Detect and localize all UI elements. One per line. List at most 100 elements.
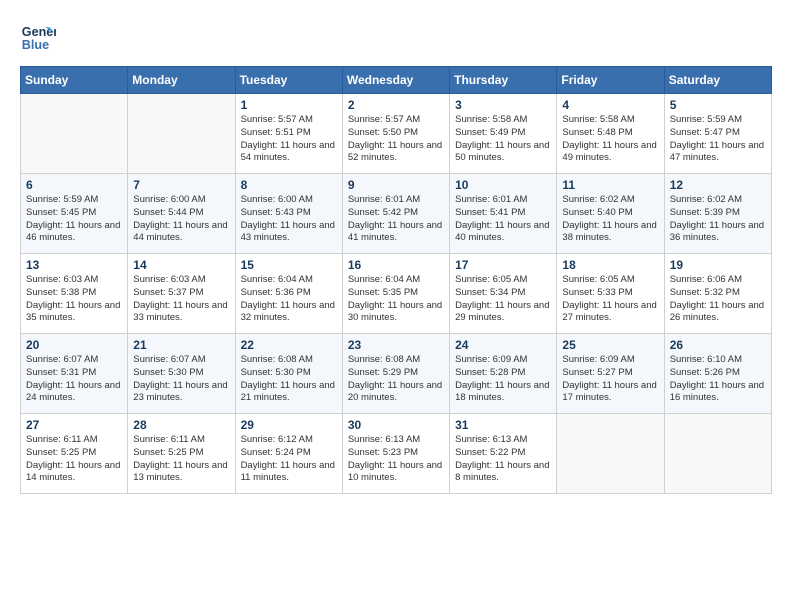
day-number: 23 bbox=[348, 338, 444, 352]
day-number: 29 bbox=[241, 418, 337, 432]
calendar-cell: 24 Sunrise: 6:09 AMSunset: 5:28 PMDaylig… bbox=[450, 334, 557, 414]
cell-info: Sunrise: 6:12 AMSunset: 5:24 PMDaylight:… bbox=[241, 434, 335, 483]
calendar-cell: 7 Sunrise: 6:00 AMSunset: 5:44 PMDayligh… bbox=[128, 174, 235, 254]
calendar-cell: 6 Sunrise: 5:59 AMSunset: 5:45 PMDayligh… bbox=[21, 174, 128, 254]
calendar-cell: 20 Sunrise: 6:07 AMSunset: 5:31 PMDaylig… bbox=[21, 334, 128, 414]
day-number: 28 bbox=[133, 418, 229, 432]
logo: General Blue bbox=[20, 20, 60, 56]
day-number: 10 bbox=[455, 178, 551, 192]
calendar-cell bbox=[664, 414, 771, 494]
calendar-cell: 9 Sunrise: 6:01 AMSunset: 5:42 PMDayligh… bbox=[342, 174, 449, 254]
cell-info: Sunrise: 6:11 AMSunset: 5:25 PMDaylight:… bbox=[26, 434, 120, 483]
day-number: 16 bbox=[348, 258, 444, 272]
cell-info: Sunrise: 5:57 AMSunset: 5:50 PMDaylight:… bbox=[348, 114, 442, 163]
calendar-cell: 16 Sunrise: 6:04 AMSunset: 5:35 PMDaylig… bbox=[342, 254, 449, 334]
calendar-table: SundayMondayTuesdayWednesdayThursdayFrid… bbox=[20, 66, 772, 494]
calendar-cell: 12 Sunrise: 6:02 AMSunset: 5:39 PMDaylig… bbox=[664, 174, 771, 254]
cell-info: Sunrise: 5:58 AMSunset: 5:49 PMDaylight:… bbox=[455, 114, 549, 163]
day-number: 24 bbox=[455, 338, 551, 352]
cell-info: Sunrise: 6:02 AMSunset: 5:40 PMDaylight:… bbox=[562, 194, 656, 243]
cell-info: Sunrise: 6:08 AMSunset: 5:29 PMDaylight:… bbox=[348, 354, 442, 403]
day-number: 20 bbox=[26, 338, 122, 352]
cell-info: Sunrise: 5:58 AMSunset: 5:48 PMDaylight:… bbox=[562, 114, 656, 163]
calendar-cell: 1 Sunrise: 5:57 AMSunset: 5:51 PMDayligh… bbox=[235, 94, 342, 174]
day-header-saturday: Saturday bbox=[664, 67, 771, 94]
calendar-cell bbox=[128, 94, 235, 174]
calendar-cell: 17 Sunrise: 6:05 AMSunset: 5:34 PMDaylig… bbox=[450, 254, 557, 334]
calendar-cell: 19 Sunrise: 6:06 AMSunset: 5:32 PMDaylig… bbox=[664, 254, 771, 334]
cell-info: Sunrise: 6:11 AMSunset: 5:25 PMDaylight:… bbox=[133, 434, 227, 483]
day-number: 14 bbox=[133, 258, 229, 272]
cell-info: Sunrise: 6:00 AMSunset: 5:44 PMDaylight:… bbox=[133, 194, 227, 243]
cell-info: Sunrise: 6:08 AMSunset: 5:30 PMDaylight:… bbox=[241, 354, 335, 403]
cell-info: Sunrise: 6:10 AMSunset: 5:26 PMDaylight:… bbox=[670, 354, 764, 403]
day-number: 13 bbox=[26, 258, 122, 272]
day-number: 3 bbox=[455, 98, 551, 112]
day-number: 4 bbox=[562, 98, 658, 112]
logo-icon: General Blue bbox=[20, 20, 56, 56]
cell-info: Sunrise: 6:07 AMSunset: 5:30 PMDaylight:… bbox=[133, 354, 227, 403]
cell-info: Sunrise: 5:59 AMSunset: 5:45 PMDaylight:… bbox=[26, 194, 120, 243]
calendar-body: 1 Sunrise: 5:57 AMSunset: 5:51 PMDayligh… bbox=[21, 94, 772, 494]
cell-info: Sunrise: 6:09 AMSunset: 5:27 PMDaylight:… bbox=[562, 354, 656, 403]
page-header: General Blue bbox=[20, 20, 772, 56]
day-number: 19 bbox=[670, 258, 766, 272]
day-number: 5 bbox=[670, 98, 766, 112]
day-number: 12 bbox=[670, 178, 766, 192]
calendar-cell: 15 Sunrise: 6:04 AMSunset: 5:36 PMDaylig… bbox=[235, 254, 342, 334]
calendar-cell: 14 Sunrise: 6:03 AMSunset: 5:37 PMDaylig… bbox=[128, 254, 235, 334]
calendar-cell bbox=[21, 94, 128, 174]
svg-text:Blue: Blue bbox=[22, 38, 49, 52]
day-number: 30 bbox=[348, 418, 444, 432]
day-number: 7 bbox=[133, 178, 229, 192]
cell-info: Sunrise: 6:02 AMSunset: 5:39 PMDaylight:… bbox=[670, 194, 764, 243]
week-row-2: 6 Sunrise: 5:59 AMSunset: 5:45 PMDayligh… bbox=[21, 174, 772, 254]
cell-info: Sunrise: 6:01 AMSunset: 5:42 PMDaylight:… bbox=[348, 194, 442, 243]
calendar-cell: 10 Sunrise: 6:01 AMSunset: 5:41 PMDaylig… bbox=[450, 174, 557, 254]
calendar-cell: 3 Sunrise: 5:58 AMSunset: 5:49 PMDayligh… bbox=[450, 94, 557, 174]
cell-info: Sunrise: 6:07 AMSunset: 5:31 PMDaylight:… bbox=[26, 354, 120, 403]
day-number: 22 bbox=[241, 338, 337, 352]
calendar-cell: 23 Sunrise: 6:08 AMSunset: 5:29 PMDaylig… bbox=[342, 334, 449, 414]
day-number: 17 bbox=[455, 258, 551, 272]
day-header-sunday: Sunday bbox=[21, 67, 128, 94]
calendar-cell: 5 Sunrise: 5:59 AMSunset: 5:47 PMDayligh… bbox=[664, 94, 771, 174]
cell-info: Sunrise: 6:06 AMSunset: 5:32 PMDaylight:… bbox=[670, 274, 764, 323]
cell-info: Sunrise: 6:00 AMSunset: 5:43 PMDaylight:… bbox=[241, 194, 335, 243]
day-number: 21 bbox=[133, 338, 229, 352]
day-number: 27 bbox=[26, 418, 122, 432]
week-row-4: 20 Sunrise: 6:07 AMSunset: 5:31 PMDaylig… bbox=[21, 334, 772, 414]
day-number: 9 bbox=[348, 178, 444, 192]
calendar-cell: 21 Sunrise: 6:07 AMSunset: 5:30 PMDaylig… bbox=[128, 334, 235, 414]
day-number: 2 bbox=[348, 98, 444, 112]
cell-info: Sunrise: 6:01 AMSunset: 5:41 PMDaylight:… bbox=[455, 194, 549, 243]
day-header-thursday: Thursday bbox=[450, 67, 557, 94]
calendar-cell: 8 Sunrise: 6:00 AMSunset: 5:43 PMDayligh… bbox=[235, 174, 342, 254]
day-header-tuesday: Tuesday bbox=[235, 67, 342, 94]
day-header-monday: Monday bbox=[128, 67, 235, 94]
cell-info: Sunrise: 5:57 AMSunset: 5:51 PMDaylight:… bbox=[241, 114, 335, 163]
cell-info: Sunrise: 6:03 AMSunset: 5:37 PMDaylight:… bbox=[133, 274, 227, 323]
cell-info: Sunrise: 6:05 AMSunset: 5:34 PMDaylight:… bbox=[455, 274, 549, 323]
calendar-cell: 4 Sunrise: 5:58 AMSunset: 5:48 PMDayligh… bbox=[557, 94, 664, 174]
calendar-cell: 13 Sunrise: 6:03 AMSunset: 5:38 PMDaylig… bbox=[21, 254, 128, 334]
cell-info: Sunrise: 6:13 AMSunset: 5:23 PMDaylight:… bbox=[348, 434, 442, 483]
calendar-cell: 11 Sunrise: 6:02 AMSunset: 5:40 PMDaylig… bbox=[557, 174, 664, 254]
cell-info: Sunrise: 6:09 AMSunset: 5:28 PMDaylight:… bbox=[455, 354, 549, 403]
calendar-cell: 27 Sunrise: 6:11 AMSunset: 5:25 PMDaylig… bbox=[21, 414, 128, 494]
calendar-header-row: SundayMondayTuesdayWednesdayThursdayFrid… bbox=[21, 67, 772, 94]
day-number: 6 bbox=[26, 178, 122, 192]
calendar-cell bbox=[557, 414, 664, 494]
calendar-cell: 30 Sunrise: 6:13 AMSunset: 5:23 PMDaylig… bbox=[342, 414, 449, 494]
calendar-cell: 29 Sunrise: 6:12 AMSunset: 5:24 PMDaylig… bbox=[235, 414, 342, 494]
day-number: 25 bbox=[562, 338, 658, 352]
calendar-cell: 22 Sunrise: 6:08 AMSunset: 5:30 PMDaylig… bbox=[235, 334, 342, 414]
cell-info: Sunrise: 6:04 AMSunset: 5:35 PMDaylight:… bbox=[348, 274, 442, 323]
week-row-5: 27 Sunrise: 6:11 AMSunset: 5:25 PMDaylig… bbox=[21, 414, 772, 494]
week-row-3: 13 Sunrise: 6:03 AMSunset: 5:38 PMDaylig… bbox=[21, 254, 772, 334]
day-number: 18 bbox=[562, 258, 658, 272]
calendar-cell: 25 Sunrise: 6:09 AMSunset: 5:27 PMDaylig… bbox=[557, 334, 664, 414]
cell-info: Sunrise: 6:05 AMSunset: 5:33 PMDaylight:… bbox=[562, 274, 656, 323]
cell-info: Sunrise: 5:59 AMSunset: 5:47 PMDaylight:… bbox=[670, 114, 764, 163]
calendar-cell: 26 Sunrise: 6:10 AMSunset: 5:26 PMDaylig… bbox=[664, 334, 771, 414]
